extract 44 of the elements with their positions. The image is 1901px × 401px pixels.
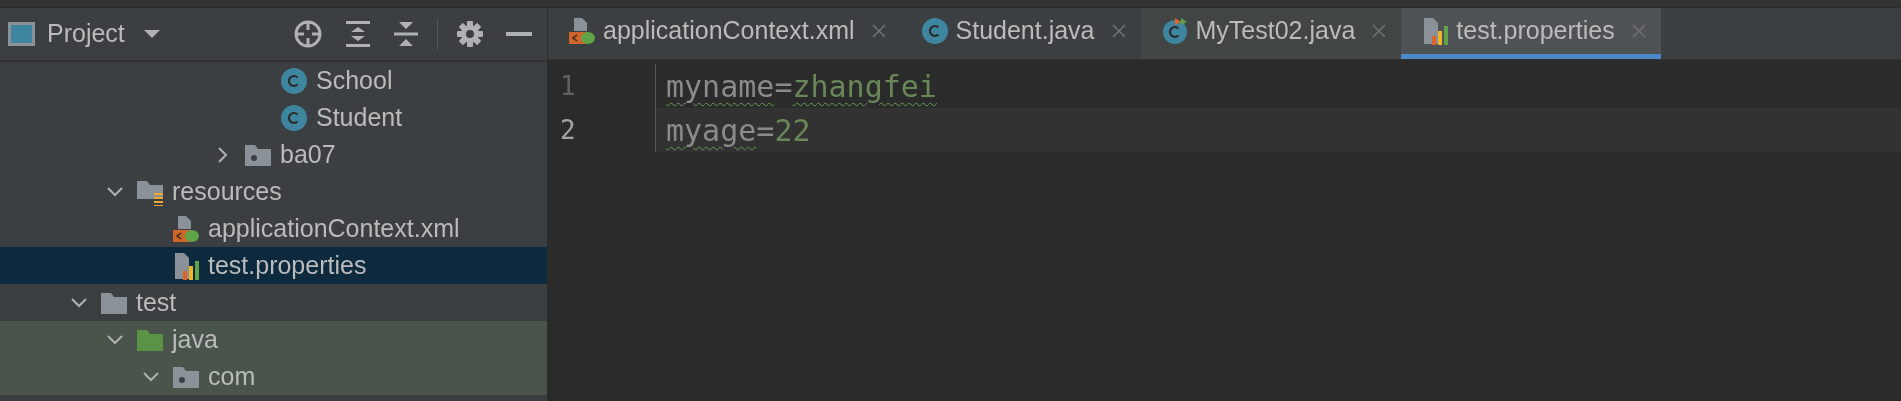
line-number: 2 (560, 113, 576, 147)
tree-row[interactable]: com (0, 358, 547, 395)
tree-row[interactable]: School (0, 62, 547, 99)
tree-item-label: java (172, 323, 218, 355)
tree-item-label: test (136, 286, 177, 318)
class-icon (280, 66, 308, 95)
tree-item-label: test.properties (208, 249, 367, 281)
panel-title[interactable]: Project (47, 15, 125, 53)
editor-tab[interactable]: MyTest02.java (1140, 8, 1402, 59)
tree-row[interactable]: Student (0, 99, 547, 136)
editor-tab[interactable]: test.properties (1401, 8, 1661, 59)
tree-item-label: applicationContext.xml (208, 212, 460, 244)
properties-file-icon (172, 251, 200, 280)
tree-row[interactable]: ba07 (0, 136, 547, 173)
tree-item-label: com (208, 360, 256, 392)
tree-item-label: resources (172, 175, 282, 207)
dropdown-caret-icon[interactable] (142, 29, 161, 39)
class-icon (1160, 17, 1189, 45)
tree-item-label: School (316, 64, 393, 96)
class-icon (280, 103, 308, 132)
locate-icon[interactable] (293, 19, 323, 49)
editor-tab[interactable]: applicationContext.xml (548, 8, 901, 59)
tree-row[interactable]: applicationContext.xml (0, 210, 547, 247)
properties-file-icon (1421, 17, 1450, 45)
tree-item-label: Student (316, 101, 403, 133)
code-token: myname (666, 67, 775, 106)
code-token: myage (666, 111, 757, 150)
xml-file-icon (172, 214, 200, 243)
xml-file-icon (568, 17, 596, 45)
collapse-all-icon[interactable] (393, 20, 419, 48)
line-number: 1 (560, 69, 576, 103)
class-icon (920, 17, 949, 45)
tree-row[interactable]: test.properties (0, 247, 547, 284)
tree-item-label: ba07 (280, 138, 336, 170)
code-token: = (756, 111, 775, 150)
tree-row[interactable]: resources (0, 173, 547, 210)
editor-tab[interactable]: Student.java (900, 8, 1141, 59)
tree-row[interactable]: java (0, 321, 547, 358)
code-token: zhangfei (792, 67, 937, 106)
code-token: 22 (774, 111, 811, 150)
expand-all-icon[interactable] (345, 20, 371, 48)
project-window-icon (7, 21, 36, 47)
code-token: = (774, 67, 793, 106)
tree-row[interactable]: test (0, 284, 547, 321)
